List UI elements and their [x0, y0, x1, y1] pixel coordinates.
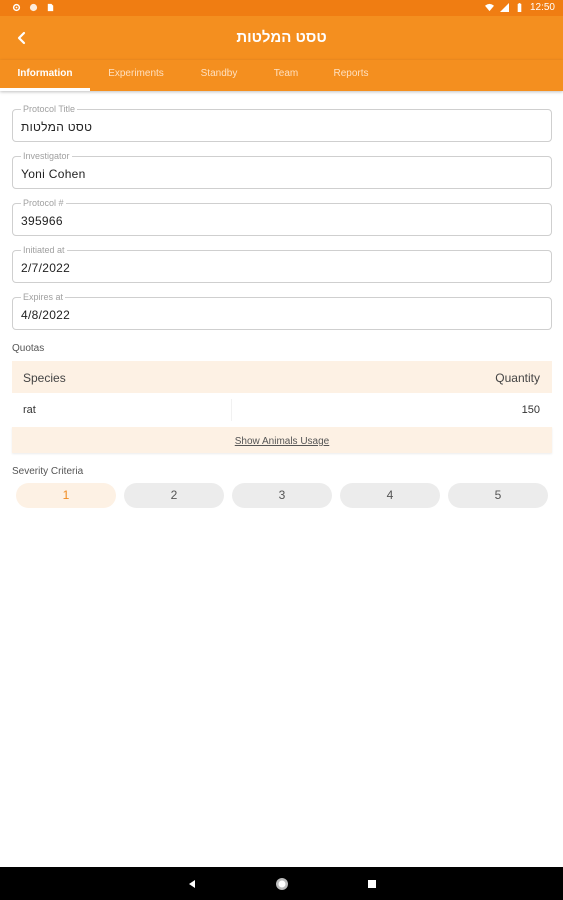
- column-divider: [231, 399, 232, 421]
- severity-option-1[interactable]: 1: [16, 483, 116, 508]
- expires-at-label: Expires at: [21, 292, 66, 303]
- home-circle-icon: [276, 878, 288, 890]
- circle-icon: [29, 3, 38, 12]
- protocol-title-field[interactable]: Protocol Title טסט המלטות: [12, 104, 552, 142]
- page-title: טסט המלטות: [236, 29, 327, 46]
- protocol-number-field[interactable]: Protocol # 395966: [12, 198, 552, 236]
- nav-home-button[interactable]: [274, 876, 290, 892]
- tab-experiments[interactable]: Experiments: [92, 60, 180, 91]
- severity-selector: 1 2 3 4 5: [16, 483, 548, 508]
- investigator-label: Investigator: [21, 151, 72, 162]
- recents-square-icon: [368, 880, 376, 888]
- severity-option-5[interactable]: 5: [448, 483, 548, 508]
- protocol-number-value: 395966: [21, 214, 63, 228]
- back-triangle-icon: [189, 880, 195, 888]
- initiated-at-label: Initiated at: [21, 245, 67, 256]
- tab-indicator: [0, 88, 90, 91]
- species-cell: rat: [23, 404, 36, 416]
- severity-option-2[interactable]: 2: [124, 483, 224, 508]
- investigator-value: Yoni Cohen: [21, 167, 86, 181]
- quotas-table-footer: Show Animals Usage: [12, 427, 552, 453]
- nav-recents-button[interactable]: [364, 876, 380, 892]
- wifi-icon: [484, 3, 494, 12]
- tab-bar: Information Experiments Standby Team Rep…: [0, 60, 563, 91]
- quotas-table: Species Quantity rat 150 Show Animals Us…: [12, 361, 552, 453]
- investigator-field[interactable]: Investigator Yoni Cohen: [12, 151, 552, 189]
- quantity-cell: 150: [521, 404, 540, 416]
- severity-option-3[interactable]: 3: [232, 483, 332, 508]
- sim-icon: [47, 3, 54, 12]
- species-column-header: Species: [23, 371, 66, 385]
- table-row: rat 150: [12, 393, 552, 427]
- protocol-title-label: Protocol Title: [21, 104, 78, 115]
- tab-information[interactable]: Information: [0, 60, 90, 91]
- system-nav-bar: [0, 867, 563, 900]
- expires-at-value: 4/8/2022: [21, 308, 71, 322]
- tab-team[interactable]: Team: [260, 60, 312, 91]
- battery-icon: [517, 3, 522, 12]
- quantity-column-header: Quantity: [495, 371, 540, 385]
- show-animals-usage-link[interactable]: Show Animals Usage: [235, 436, 330, 447]
- severity-option-4[interactable]: 4: [340, 483, 440, 508]
- status-bar: 12:50: [0, 0, 563, 16]
- quotas-label: Quotas: [12, 343, 45, 354]
- quotas-table-header: Species Quantity: [12, 361, 552, 393]
- protocol-number-label: Protocol #: [21, 198, 66, 209]
- tab-standby[interactable]: Standby: [184, 60, 254, 91]
- protocol-title-value: טסט המלטות: [21, 120, 93, 134]
- expires-at-field[interactable]: Expires at 4/8/2022: [12, 292, 552, 330]
- status-time: 12:50: [529, 2, 555, 13]
- nav-back-button[interactable]: [184, 876, 200, 892]
- app-bar: טסט המלטות: [0, 16, 563, 60]
- tab-reports[interactable]: Reports: [320, 60, 382, 91]
- gear-icon: [12, 3, 21, 12]
- signal-icon: [499, 3, 509, 12]
- severity-criteria-label: Severity Criteria: [12, 466, 84, 477]
- initiated-at-value: 2/7/2022: [21, 261, 71, 275]
- initiated-at-field[interactable]: Initiated at 2/7/2022: [12, 245, 552, 283]
